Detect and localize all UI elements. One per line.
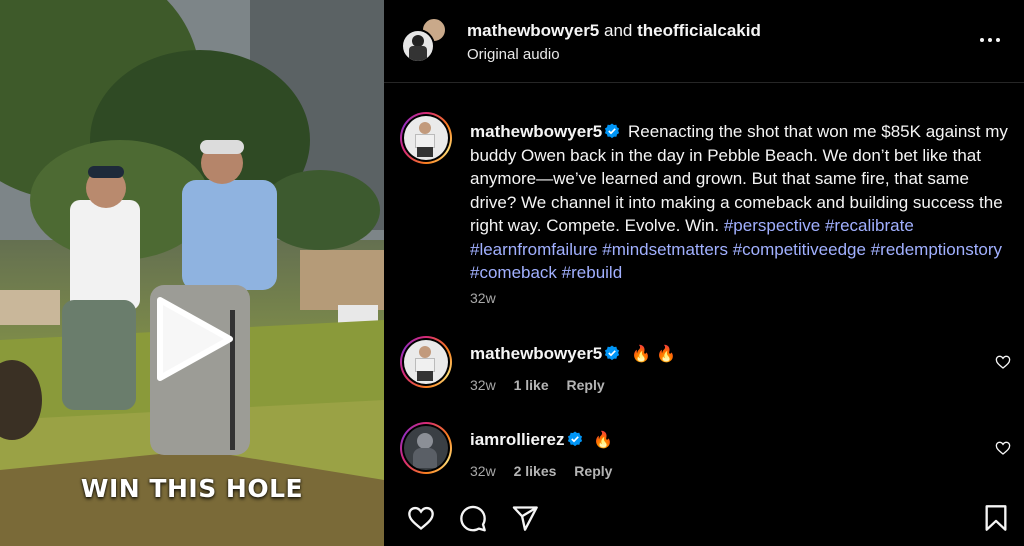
comment-likes-link[interactable]: 2 likes xyxy=(514,463,557,479)
verified-badge-icon xyxy=(605,345,620,361)
send-icon[interactable] xyxy=(510,504,540,532)
comment-text: 🔥 xyxy=(593,430,614,449)
comment-icon[interactable] xyxy=(458,504,488,532)
comment-heart-icon[interactable] xyxy=(995,440,1011,456)
comment-item: mathewbowyer5 🔥 🔥 32w 1 like Reply xyxy=(384,336,1024,396)
verified-badge-icon xyxy=(605,123,620,139)
post-timestamp[interactable]: 32w xyxy=(470,290,496,306)
reply-button[interactable]: Reply xyxy=(567,377,605,393)
collab-avatars[interactable] xyxy=(401,17,447,63)
hashtag-link[interactable]: #mindsetmatters xyxy=(602,240,728,259)
action-bar xyxy=(384,492,1024,546)
hashtag-link[interactable]: #comeback xyxy=(470,263,557,282)
hashtag-link[interactable]: #perspective xyxy=(724,216,820,235)
hashtag-link[interactable]: #redemptionstory xyxy=(871,240,1002,259)
comment-meta: 32w 2 likes Reply xyxy=(470,463,626,479)
comment-text: 🔥 🔥 xyxy=(631,344,676,363)
avatar[interactable] xyxy=(400,112,452,164)
comment-meta: 32w 1 like Reply xyxy=(470,377,619,393)
comment-timestamp[interactable]: 32w xyxy=(470,377,496,393)
comment-username[interactable]: iamrollierez xyxy=(470,430,565,449)
hashtag-link[interactable]: #recalibrate xyxy=(825,216,914,235)
hashtag-link[interactable]: #competitiveedge xyxy=(733,240,866,259)
comment-line: iamrollierez 🔥 xyxy=(470,430,613,450)
header-divider xyxy=(384,82,1024,83)
post-panel: mathewbowyer5 and theofficialcakid Origi… xyxy=(384,0,1024,546)
caption-username[interactable]: mathewbowyer5 xyxy=(470,122,602,141)
and-connector: and xyxy=(604,21,633,40)
play-icon[interactable] xyxy=(152,296,234,382)
comment-heart-icon[interactable] xyxy=(995,354,1011,370)
hashtag-link[interactable]: #rebuild xyxy=(562,263,623,282)
video-frame xyxy=(0,0,384,546)
coauthor-username-link[interactable]: theofficialcakid xyxy=(637,21,761,40)
bookmark-icon[interactable] xyxy=(982,504,1010,532)
verified-badge-icon xyxy=(567,431,582,447)
hashtag-link[interactable]: #learnfromfailure xyxy=(470,240,598,259)
heart-icon[interactable] xyxy=(406,504,436,532)
video-player[interactable]: WIN THIS HOLE xyxy=(0,0,384,546)
post-header: mathewbowyer5 and theofficialcakid Origi… xyxy=(384,0,1024,82)
comment-line: mathewbowyer5 🔥 🔥 xyxy=(470,344,676,364)
comment-likes-link[interactable]: 1 like xyxy=(514,377,549,393)
avatar[interactable] xyxy=(400,336,452,388)
author-username-link[interactable]: mathewbowyer5 xyxy=(467,21,599,40)
more-options-icon[interactable] xyxy=(980,30,1006,50)
collab-names: mathewbowyer5 and theofficialcakid xyxy=(467,21,761,41)
audio-link[interactable]: Original audio xyxy=(467,46,560,63)
comment-username[interactable]: mathewbowyer5 xyxy=(470,344,602,363)
video-caption: WIN THIS HOLE xyxy=(80,474,304,503)
reply-button[interactable]: Reply xyxy=(574,463,612,479)
comment-timestamp[interactable]: 32w xyxy=(470,463,496,479)
comment-item: iamrollierez 🔥 32w 2 likes Reply xyxy=(384,422,1024,482)
avatar[interactable] xyxy=(400,422,452,474)
caption-body: mathewbowyer5 Reenacting the shot that w… xyxy=(470,120,1010,285)
